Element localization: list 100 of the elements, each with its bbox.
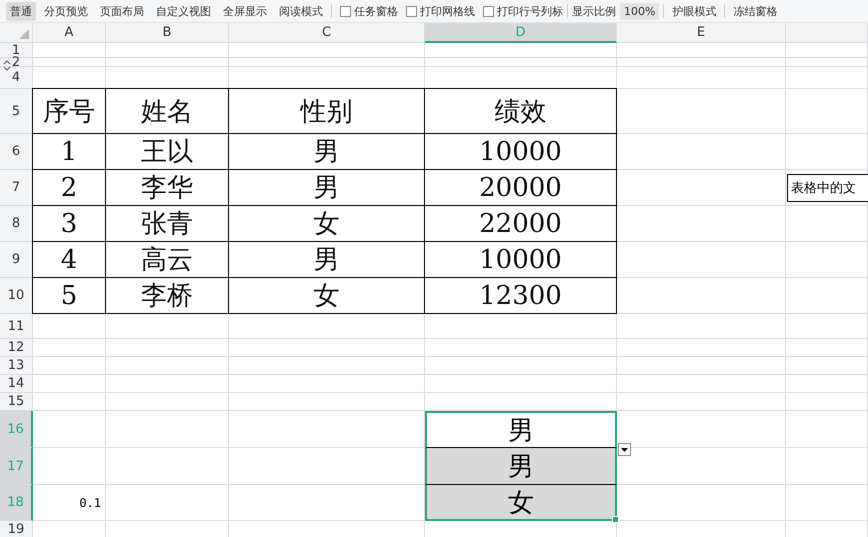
row-header[interactable]: 9 — [0, 242, 33, 278]
view-button[interactable]: 阅读模式 — [275, 2, 327, 20]
checkbox-label: 打印网格线 — [420, 4, 475, 18]
view-button[interactable]: 页面布局 — [96, 2, 148, 20]
empty-cell[interactable] — [617, 43, 786, 58]
empty-cell[interactable] — [106, 485, 229, 521]
expand-rows-icon[interactable] — [3, 60, 11, 71]
empty-cell[interactable] — [425, 339, 617, 357]
empty-cell[interactable] — [229, 314, 425, 339]
checkbox-label: 打印行号列标 — [497, 4, 563, 18]
row-header[interactable]: 6 — [0, 134, 33, 170]
table-cell: 序号 — [32, 88, 106, 134]
fill-handle[interactable] — [612, 516, 619, 523]
empty-cell[interactable] — [106, 411, 229, 448]
empty-cell[interactable] — [425, 58, 617, 67]
empty-cell[interactable] — [229, 43, 425, 58]
empty-cell[interactable] — [786, 357, 868, 375]
column-header[interactable] — [786, 23, 868, 43]
table-cell: 绩效 — [424, 88, 617, 134]
view-button[interactable]: 全屏显示 — [219, 2, 271, 20]
empty-cell[interactable] — [786, 448, 868, 485]
table-cell: 12300 — [424, 277, 617, 314]
checkbox-label: 任务窗格 — [354, 4, 398, 18]
empty-cell[interactable] — [425, 43, 617, 58]
empty-cell[interactable] — [106, 314, 229, 339]
empty-cell[interactable] — [617, 67, 786, 89]
row-header[interactable]: 12 — [0, 339, 33, 357]
empty-cell[interactable] — [229, 411, 425, 448]
column-header[interactable]: E — [617, 23, 786, 43]
empty-cell[interactable] — [786, 242, 868, 278]
view-button[interactable]: 普通 — [6, 2, 36, 20]
empty-cell[interactable] — [617, 206, 786, 242]
empty-cell[interactable] — [786, 67, 868, 89]
empty-cell[interactable] — [786, 89, 868, 134]
empty-cell[interactable] — [425, 314, 617, 339]
empty-cell[interactable] — [617, 339, 786, 357]
empty-cell[interactable] — [106, 58, 229, 67]
row-header[interactable]: 10 — [0, 278, 33, 314]
empty-cell[interactable] — [229, 375, 425, 393]
empty-cell[interactable] — [106, 393, 229, 411]
row-header[interactable]: 5 — [0, 89, 33, 134]
row-header[interactable]: 11 — [0, 314, 33, 339]
empty-cell[interactable] — [229, 357, 425, 375]
empty-cell[interactable] — [786, 314, 868, 339]
empty-cell[interactable] — [617, 375, 786, 393]
empty-cell[interactable] — [617, 314, 786, 339]
column-header[interactable]: B — [106, 23, 229, 43]
freeze-panes-button[interactable]: 冻结窗格 — [729, 2, 782, 20]
empty-cell[interactable] — [106, 339, 229, 357]
empty-cell[interactable] — [425, 375, 617, 393]
empty-cell[interactable] — [786, 43, 868, 58]
selected-cell[interactable]: 男 — [425, 448, 617, 485]
empty-cell[interactable] — [229, 393, 425, 411]
row-header[interactable]: 19 — [0, 521, 33, 537]
row-header[interactable]: 7 — [0, 170, 33, 206]
empty-cell[interactable] — [617, 134, 786, 170]
empty-cell[interactable] — [786, 339, 868, 357]
row-header[interactable]: 1 — [0, 43, 33, 58]
empty-cell[interactable] — [617, 278, 786, 314]
empty-cell[interactable] — [786, 375, 868, 393]
column-header[interactable]: A — [33, 23, 106, 43]
empty-cell[interactable] — [786, 411, 868, 448]
zoom-label: 显示比例 — [572, 4, 616, 18]
row-header[interactable]: 4 — [0, 67, 33, 89]
column-header[interactable]: C — [229, 23, 425, 43]
empty-cell[interactable] — [617, 393, 786, 411]
empty-cell[interactable] — [786, 278, 868, 314]
row-header[interactable]: 8 — [0, 206, 33, 242]
checkbox[interactable] — [340, 6, 351, 16]
empty-cell[interactable] — [786, 134, 868, 170]
checkbox[interactable] — [406, 6, 417, 16]
empty-cell[interactable] — [106, 43, 229, 58]
checkbox[interactable] — [483, 6, 494, 16]
empty-cell[interactable] — [106, 448, 229, 485]
zoom-field[interactable]: 100% — [620, 2, 660, 20]
empty-cell[interactable] — [617, 357, 786, 375]
empty-cell[interactable] — [106, 357, 229, 375]
row-header[interactable]: 15 — [0, 393, 33, 411]
eye-mode-button[interactable]: 护眼模式 — [668, 2, 720, 20]
empty-cell[interactable] — [617, 170, 786, 206]
selected-cell[interactable]: 女 — [425, 485, 617, 521]
table-cell: 5 — [32, 277, 106, 314]
view-button[interactable]: 自定义视图 — [152, 2, 215, 20]
empty-cell[interactable] — [106, 375, 229, 393]
empty-cell[interactable] — [425, 357, 617, 375]
empty-cell[interactable] — [786, 485, 868, 521]
empty-cell[interactable] — [425, 393, 617, 411]
empty-cell[interactable] — [229, 339, 425, 357]
empty-cell[interactable] — [786, 206, 868, 242]
empty-cell[interactable] — [229, 58, 425, 67]
empty-cell[interactable] — [786, 393, 868, 411]
empty-cell[interactable] — [617, 242, 786, 278]
view-button[interactable]: 分页预览 — [40, 2, 92, 20]
empty-cell[interactable] — [617, 411, 786, 448]
row-header[interactable]: 14 — [0, 375, 33, 393]
empty-cell[interactable] — [786, 58, 868, 67]
empty-cell[interactable] — [617, 58, 786, 67]
row-header[interactable]: 13 — [0, 357, 33, 375]
empty-cell[interactable] — [617, 89, 786, 134]
table-cell: 0.1 — [33, 485, 106, 521]
